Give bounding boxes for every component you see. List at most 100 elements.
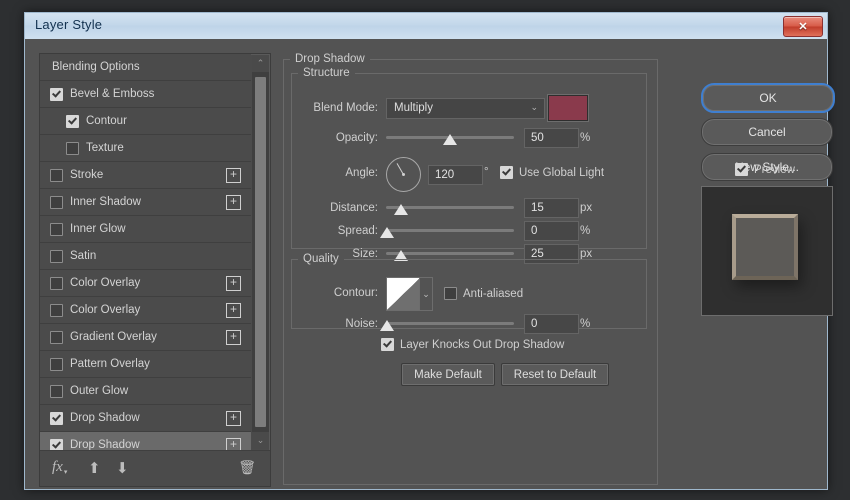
blend-mode-value: Multiply bbox=[394, 102, 433, 114]
checkbox-icon bbox=[381, 338, 394, 351]
effect-row[interactable]: Contour bbox=[40, 108, 251, 135]
distance-slider[interactable] bbox=[386, 200, 514, 216]
close-button[interactable]: ✕ bbox=[783, 16, 823, 37]
effect-row[interactable]: Drop Shadow + bbox=[40, 432, 251, 450]
effect-label: Blending Options bbox=[52, 61, 140, 73]
spread-thumb[interactable] bbox=[380, 227, 394, 238]
effect-enable-checkbox[interactable] bbox=[50, 384, 63, 398]
add-effect-icon[interactable]: + bbox=[226, 438, 241, 450]
add-effect-icon[interactable]: + bbox=[226, 168, 241, 183]
dialog-body: Blending Options Bevel & Emboss Contour Tex… bbox=[25, 39, 835, 489]
effect-row[interactable]: Outer Glow bbox=[40, 378, 251, 405]
effect-label: Color Overlay bbox=[70, 277, 141, 289]
move-down-icon[interactable]: ⬇ bbox=[116, 459, 129, 477]
preview-label: Preview bbox=[754, 163, 795, 176]
effect-enable-checkbox[interactable] bbox=[50, 276, 63, 290]
window-title: Layer Style bbox=[35, 17, 103, 32]
effect-enable-checkbox[interactable] bbox=[50, 249, 63, 263]
checkbox-icon bbox=[500, 166, 513, 179]
effect-row[interactable]: Color Overlay + bbox=[40, 270, 251, 297]
anti-aliased-label: Anti-aliased bbox=[463, 287, 524, 300]
spread-unit: % bbox=[580, 225, 591, 237]
settings-panel: Drop Shadow Structure Blend Mode: Multip… bbox=[283, 53, 658, 485]
make-default-button[interactable]: Make Default bbox=[401, 363, 495, 386]
add-effect-icon[interactable]: + bbox=[226, 195, 241, 210]
effect-row[interactable]: Pattern Overlay bbox=[40, 351, 251, 378]
structure-group: Structure Blend Mode: Multiply ⌄ Opacity… bbox=[291, 67, 647, 264]
effect-row[interactable]: Bevel & Emboss bbox=[40, 81, 251, 108]
effect-label: Pattern Overlay bbox=[70, 358, 150, 370]
effects-list: Blending Options Bevel & Emboss Contour Tex… bbox=[40, 54, 270, 450]
trash-icon[interactable]: 🗑 bbox=[238, 459, 256, 476]
effect-enable-checkbox[interactable] bbox=[50, 411, 63, 425]
opacity-label: Opacity: bbox=[335, 132, 378, 144]
add-effect-icon[interactable]: + bbox=[226, 411, 241, 426]
drop-shadow-title: Drop Shadow bbox=[295, 53, 365, 65]
contour-preset-picker[interactable]: ⌄ bbox=[386, 277, 433, 311]
noise-thumb[interactable] bbox=[380, 320, 394, 331]
scroll-down-icon[interactable]: ⌄ bbox=[252, 432, 269, 449]
checkbox-icon bbox=[444, 287, 457, 300]
add-effect-icon[interactable]: + bbox=[226, 303, 241, 318]
effects-toolbar: fx▾ ⬆ ⬇ 🗑 bbox=[40, 450, 270, 486]
effects-scrollbar[interactable]: ⌃ ⌄ bbox=[252, 55, 269, 449]
effect-row[interactable]: Color Overlay + bbox=[40, 297, 251, 324]
desktop-background: Layer Style ✕ Blending Options Bevel & Em… bbox=[0, 0, 850, 500]
spread-track bbox=[386, 229, 514, 232]
effect-enable-checkbox[interactable] bbox=[50, 87, 63, 101]
effect-row[interactable]: Inner Shadow + bbox=[40, 189, 251, 216]
opacity-slider[interactable] bbox=[386, 130, 514, 146]
angle-dial[interactable] bbox=[386, 157, 421, 192]
quality-legend: Quality bbox=[303, 253, 339, 265]
effect-row[interactable]: Drop Shadow + bbox=[40, 405, 251, 432]
effect-enable-checkbox[interactable] bbox=[66, 141, 79, 155]
distance-label: Distance: bbox=[330, 202, 378, 214]
shadow-color-swatch[interactable] bbox=[548, 95, 588, 121]
scrollbar-thumb[interactable] bbox=[255, 77, 266, 427]
effect-enable-checkbox[interactable] bbox=[50, 357, 63, 371]
effect-row[interactable]: Gradient Overlay + bbox=[40, 324, 251, 351]
noise-input[interactable]: 0 bbox=[524, 314, 579, 334]
effect-enable-checkbox[interactable] bbox=[50, 330, 63, 344]
layer-knocks-out-checkbox[interactable]: Layer Knocks Out Drop Shadow bbox=[381, 338, 564, 351]
blend-mode-select[interactable]: Multiply ⌄ bbox=[386, 97, 545, 119]
add-effect-icon[interactable]: + bbox=[226, 276, 241, 291]
effect-enable-checkbox[interactable] bbox=[50, 222, 63, 236]
distance-input[interactable]: 15 bbox=[524, 198, 579, 218]
effect-label: Satin bbox=[70, 250, 97, 262]
add-effect-icon[interactable]: + bbox=[226, 330, 241, 345]
scroll-up-icon[interactable]: ⌃ bbox=[252, 55, 269, 72]
move-up-icon[interactable]: ⬆ bbox=[88, 459, 101, 477]
spread-input[interactable]: 0 bbox=[524, 221, 579, 241]
effect-row[interactable]: Blending Options bbox=[40, 54, 251, 81]
anti-aliased-checkbox[interactable]: Anti-aliased bbox=[444, 287, 523, 300]
cancel-button[interactable]: Cancel bbox=[701, 118, 833, 146]
angle-input[interactable]: 120 bbox=[428, 165, 483, 185]
title-bar: Layer Style ✕ bbox=[25, 13, 827, 40]
distance-unit: px bbox=[580, 202, 593, 214]
effect-row[interactable]: Inner Glow bbox=[40, 216, 251, 243]
use-global-light-label: Use Global Light bbox=[519, 166, 605, 179]
reset-to-default-button[interactable]: Reset to Default bbox=[501, 363, 609, 386]
use-global-light-checkbox[interactable]: Use Global Light bbox=[500, 166, 604, 179]
effect-enable-checkbox[interactable] bbox=[50, 168, 63, 182]
effect-enable-checkbox[interactable] bbox=[50, 195, 63, 209]
spread-slider[interactable] bbox=[380, 223, 514, 239]
preview-checkbox[interactable]: Preview bbox=[735, 163, 795, 176]
effect-label: Color Overlay bbox=[70, 304, 141, 316]
noise-slider[interactable] bbox=[380, 316, 514, 332]
effect-enable-checkbox[interactable] bbox=[66, 114, 79, 128]
effect-row[interactable]: Stroke + bbox=[40, 162, 251, 189]
opacity-input[interactable]: 50 bbox=[524, 128, 579, 148]
chevron-down-icon: ⌄ bbox=[530, 101, 538, 112]
effect-row[interactable]: Satin bbox=[40, 243, 251, 270]
fx-menu-button[interactable]: fx▾ bbox=[52, 459, 67, 476]
distance-thumb[interactable] bbox=[394, 204, 408, 215]
opacity-unit: % bbox=[580, 132, 591, 144]
checkbox-icon bbox=[735, 163, 748, 176]
effect-enable-checkbox[interactable] bbox=[50, 303, 63, 317]
ok-button[interactable]: OK bbox=[701, 83, 835, 113]
effect-row[interactable]: Texture bbox=[40, 135, 251, 162]
effect-enable-checkbox[interactable] bbox=[50, 438, 63, 450]
opacity-thumb[interactable] bbox=[443, 134, 457, 145]
